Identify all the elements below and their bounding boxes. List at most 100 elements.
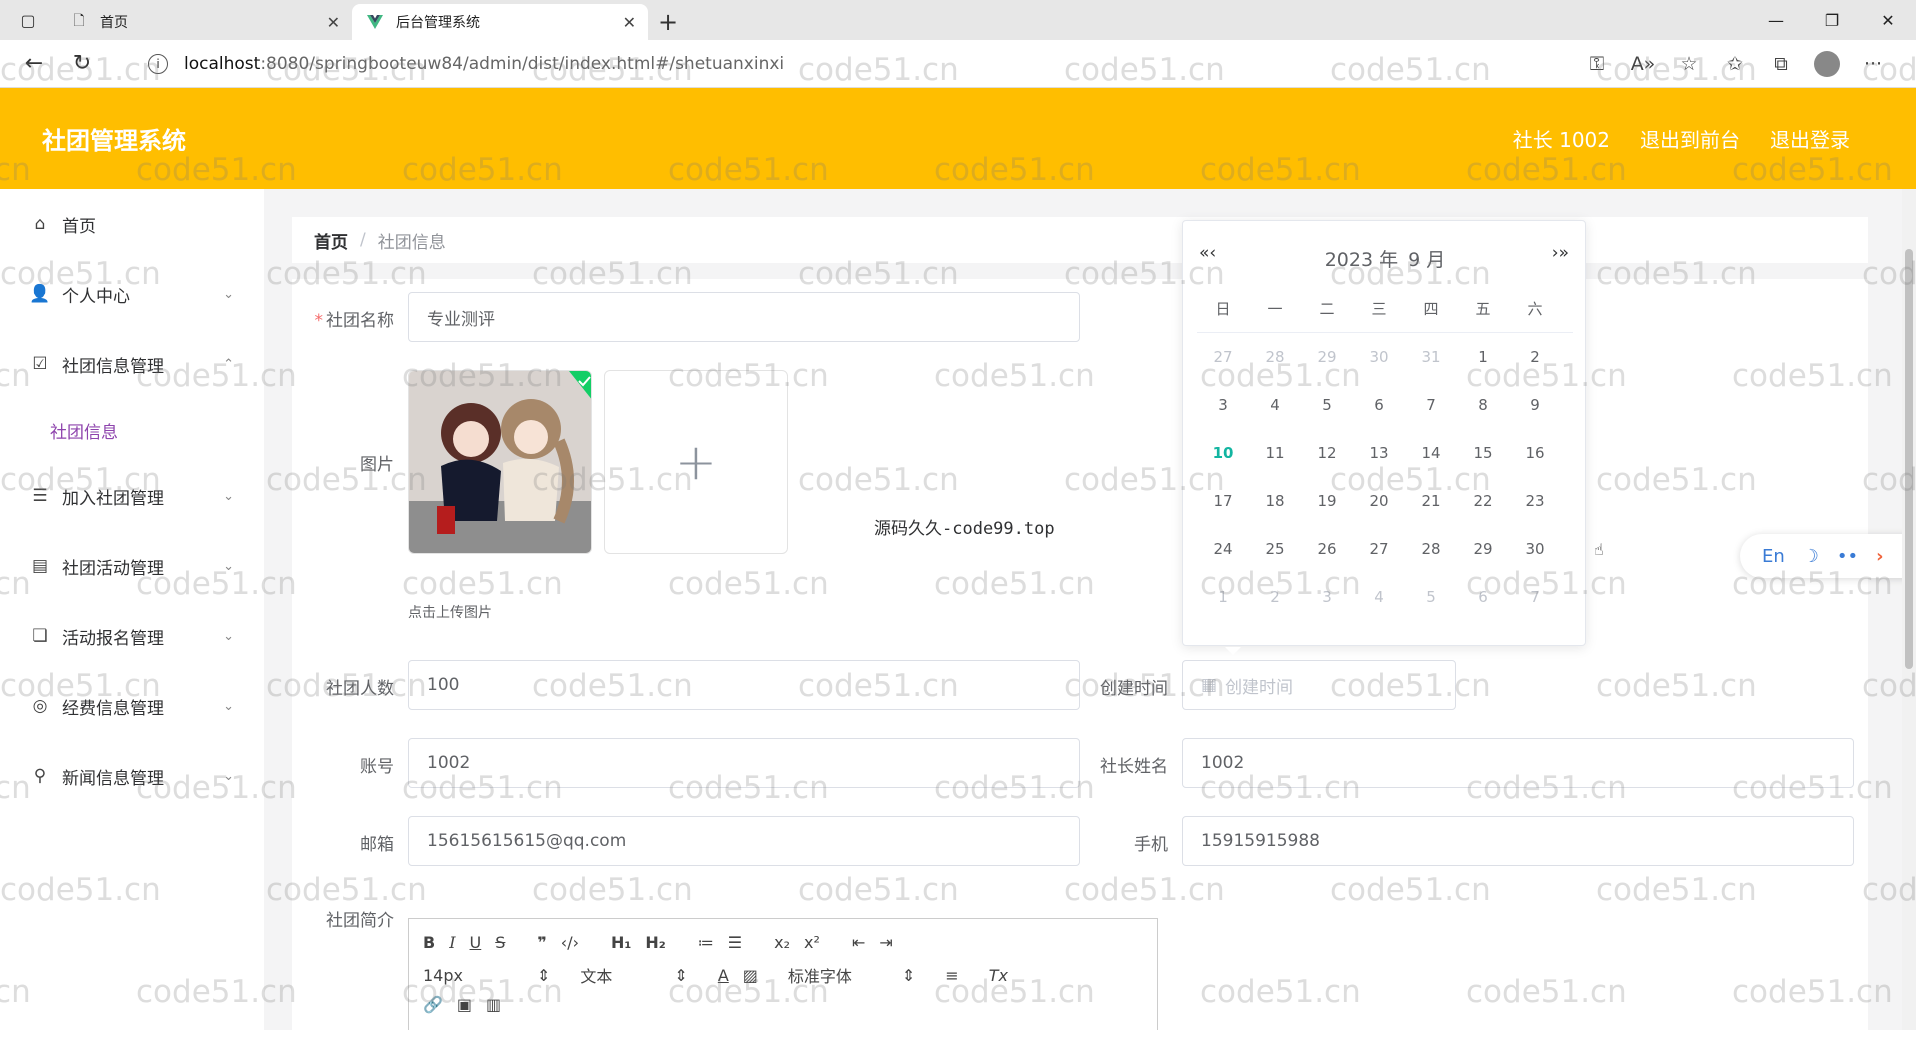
indent-icon[interactable]: ⇥ [879,933,892,952]
club-name-input[interactable]: 专业测评 [408,292,1080,342]
date-cell[interactable]: 1 [1457,348,1509,366]
sidebar-item-activity[interactable]: ▤ 社团活动管理 ⌄ [0,531,264,601]
font-family-select[interactable]: 标准字体 [788,963,888,987]
close-icon[interactable]: ✕ [327,13,340,32]
upload-add-button[interactable]: + [604,370,788,554]
date-picker-month[interactable]: 9 月 [1408,245,1445,272]
email-input[interactable]: 15615615615@qq.com [408,816,1080,866]
date-cell[interactable]: 29 [1457,540,1509,558]
sidebar-item-personal[interactable]: 👤 个人中心 ⌄ [0,259,264,329]
subscript-icon[interactable]: x₂ [774,933,790,952]
date-cell[interactable]: 15 [1457,444,1509,462]
date-cell[interactable]: 3 [1301,588,1353,606]
more-icon[interactable]: ··· [1850,53,1896,75]
date-cell[interactable]: 24 [1197,540,1249,558]
date-cell[interactable]: 29 [1301,348,1353,366]
date-cell[interactable]: 8 [1457,396,1509,414]
rich-text-editor[interactable]: B I U S ❞ ‹/› H₁ H₂ ≔ ☰ x₂ x² ⇤ ⇥ 14px ⇕… [408,918,1158,1030]
date-cell[interactable]: 21 [1405,492,1457,510]
browser-tab-admin[interactable]: 后台管理系统 ✕ [352,4,648,40]
language-toggle[interactable]: En [1762,546,1785,567]
collections-icon[interactable]: ⧉ [1758,53,1804,75]
date-cell[interactable]: 26 [1301,540,1353,558]
phone-input[interactable]: 15915915988 [1182,816,1854,866]
date-cell[interactable]: 27 [1353,540,1405,558]
date-cell[interactable]: 31 [1405,348,1457,366]
scrollbar-thumb[interactable] [1905,249,1913,669]
minimize-icon[interactable]: — [1748,0,1804,40]
date-cell[interactable]: 1 [1197,588,1249,606]
date-cell[interactable]: 22 [1457,492,1509,510]
uploaded-image-thumbnail[interactable] [408,370,592,554]
video-icon[interactable]: ▥ [486,995,501,1014]
sidebar-item-funds[interactable]: ◎ 经费信息管理 ⌄ [0,671,264,741]
date-cell[interactable]: 28 [1249,348,1301,366]
account-input[interactable]: 1002 [408,738,1080,788]
date-cell[interactable]: 4 [1353,588,1405,606]
date-cell[interactable]: 30 [1509,540,1561,558]
sidebar-item-club-info[interactable]: ☑ 社团信息管理 ⌃ [0,329,264,399]
heading2-icon[interactable]: H₂ [645,933,665,952]
underline-icon[interactable]: U [470,933,482,952]
align-icon[interactable]: ≡ [945,966,958,985]
date-cell[interactable]: 16 [1509,444,1561,462]
date-cell-today[interactable]: 10 [1197,444,1249,462]
close-icon[interactable]: ✕ [623,13,636,32]
date-cell[interactable]: 28 [1405,540,1457,558]
sidebar-item-news[interactable]: ⚲ 新闻信息管理 ⌄ [0,741,264,811]
key-icon[interactable]: ⚿ [1574,53,1620,75]
date-cell[interactable]: 14 [1405,444,1457,462]
favorite-add-icon[interactable]: ☆ [1666,53,1712,75]
date-cell[interactable]: 27 [1197,348,1249,366]
date-cell[interactable]: 12 [1301,444,1353,462]
date-cell[interactable]: 4 [1249,396,1301,414]
refresh-icon[interactable]: ↻ [58,40,106,88]
date-cell[interactable]: 5 [1301,396,1353,414]
dots-icon[interactable]: •• [1837,546,1858,567]
sidebar-item-signup[interactable]: ❏ 活动报名管理 ⌄ [0,601,264,671]
superscript-icon[interactable]: x² [804,933,820,952]
strike-icon[interactable]: S [495,933,505,952]
maximize-icon[interactable]: ❐ [1804,0,1860,40]
read-aloud-icon[interactable]: A» [1620,53,1666,75]
tab-actions-icon[interactable]: ▢ [0,0,56,40]
date-cell[interactable]: 2 [1509,348,1561,366]
date-cell[interactable]: 7 [1509,588,1561,606]
chevron-right-icon[interactable]: › [1876,546,1883,567]
quote-icon[interactable]: ❞ [537,933,546,952]
heading1-icon[interactable]: H₁ [611,933,631,952]
date-cell[interactable]: 17 [1197,492,1249,510]
info-icon[interactable]: i [148,54,168,74]
date-cell[interactable]: 5 [1405,588,1457,606]
date-picker-year[interactable]: 2023 年 [1325,245,1398,272]
leader-name-input[interactable]: 1002 [1182,738,1854,788]
browser-tab-home[interactable]: 🗋 首页 ✕ [56,4,352,40]
clear-format-icon[interactable]: Tx [989,966,1008,985]
font-color-icon[interactable]: A [718,966,729,985]
date-cell[interactable]: 2 [1249,588,1301,606]
bullet-list-icon[interactable]: ☰ [728,933,742,952]
logout-link[interactable]: 退出登录 [1770,124,1850,153]
link-icon[interactable]: 🔗 [423,995,443,1014]
date-cell[interactable]: 9 [1509,396,1561,414]
text-type-select[interactable]: 文本 [580,963,660,987]
sidebar-subitem-club-info[interactable]: 社团信息 [0,399,264,461]
new-tab-icon[interactable]: + [648,4,688,40]
bold-icon[interactable]: B [423,933,435,952]
font-size-select[interactable]: 14px [423,966,523,985]
moon-icon[interactable]: ☽ [1803,546,1819,567]
outdent-icon[interactable]: ⇤ [852,933,865,952]
sidebar-item-home[interactable]: ⌂ 首页 [0,189,264,259]
url-field[interactable]: i localhost:8080/springbooteuw84/admin/d… [130,48,1670,80]
code-icon[interactable]: ‹/› [561,933,579,952]
date-cell[interactable]: 19 [1301,492,1353,510]
created-date-input[interactable]: ▦ 创建时间 [1182,660,1456,710]
back-to-front-link[interactable]: 退出到前台 [1640,124,1740,153]
image-icon[interactable]: ▣ [457,995,472,1014]
members-input[interactable]: 100 [408,660,1080,710]
date-cell[interactable]: 11 [1249,444,1301,462]
date-cell[interactable]: 3 [1197,396,1249,414]
breadcrumb-home[interactable]: 首页 [314,228,348,253]
date-cell[interactable]: 6 [1353,396,1405,414]
date-cell[interactable]: 20 [1353,492,1405,510]
